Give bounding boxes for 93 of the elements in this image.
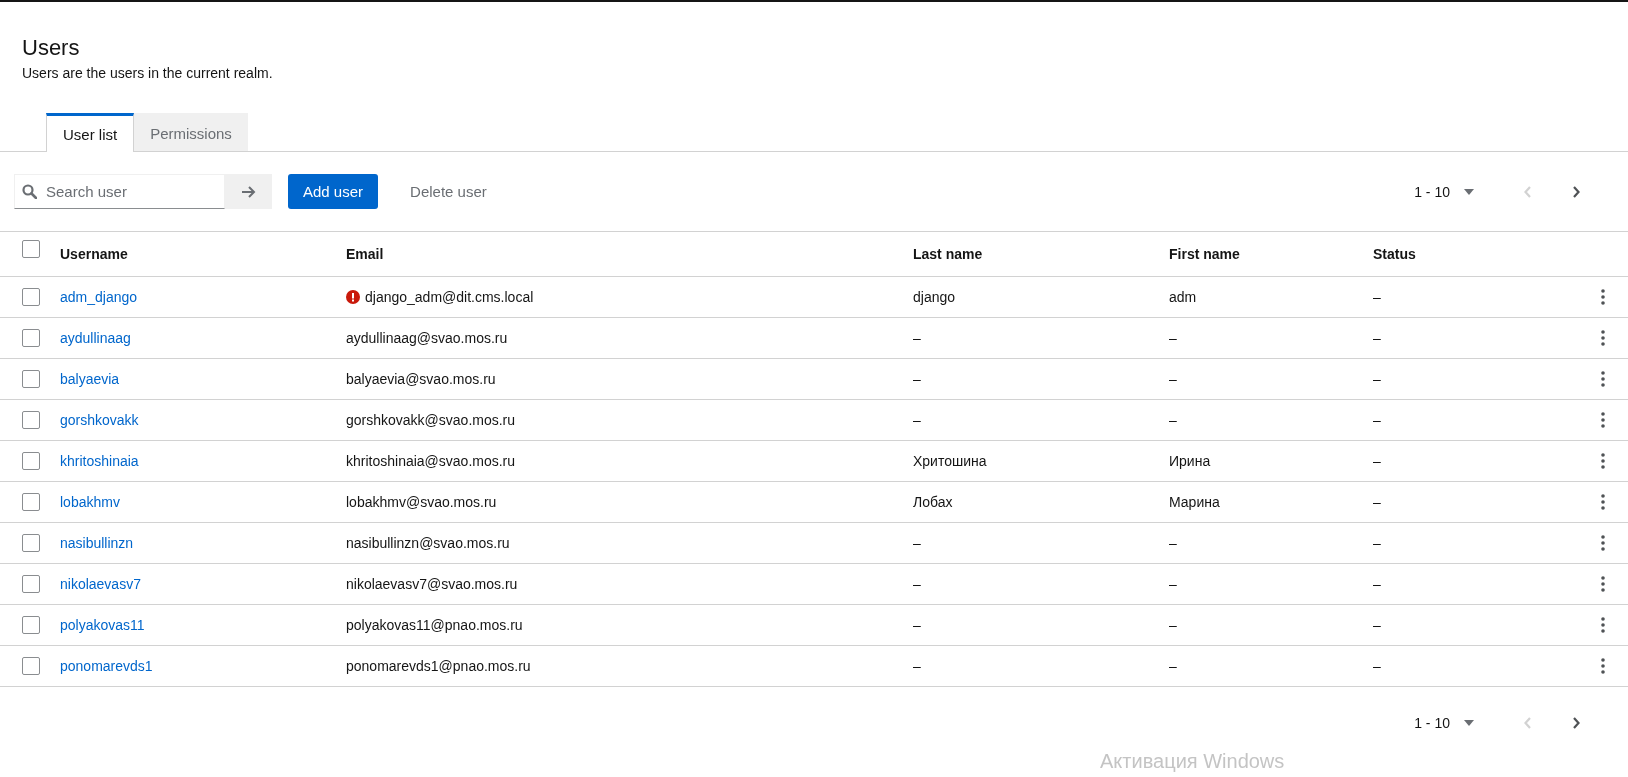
table-cell-text: – (913, 576, 922, 592)
kebab-icon (1601, 330, 1605, 346)
table-cell: balyaevia@svao.mos.ru (346, 371, 496, 387)
table-cell-text: – (1373, 330, 1382, 346)
checkbox[interactable] (22, 575, 40, 593)
chevron-right-icon (1572, 185, 1580, 198)
table-cell-text: adm (1169, 289, 1198, 305)
column-header: Email (346, 246, 385, 262)
username-link[interactable]: khritoshinaia (60, 453, 139, 469)
checkbox[interactable] (22, 240, 40, 258)
add-user-button[interactable]: Add user (288, 174, 379, 209)
table-cell-text: – (913, 371, 922, 387)
page-description: Users are the users in the current realm. (22, 65, 274, 81)
kebab-icon (1601, 453, 1605, 469)
table-cell-text: – (1373, 494, 1382, 510)
column-header: Last name (913, 246, 984, 262)
table-cell-text: – (1373, 535, 1382, 551)
column-header: Status (1373, 246, 1417, 262)
table-cell-text: – (1373, 371, 1382, 387)
table-cell-text: – (1169, 658, 1178, 674)
table-cell: ponomarevds1@pnao.mos.ru (346, 658, 531, 674)
kebab-icon (1601, 412, 1605, 428)
kebab-icon (1601, 494, 1605, 510)
checkbox[interactable] (22, 493, 40, 511)
table-cell: django_adm@dit.cms.local (365, 289, 534, 305)
kebab-icon (1601, 617, 1605, 633)
chevron-left-icon (1524, 185, 1532, 198)
table-cell-text: – (1169, 412, 1178, 428)
chevron-right-icon (1572, 717, 1580, 729)
username-link[interactable]: adm_django (60, 289, 138, 305)
table-cell-text: – (1169, 535, 1178, 551)
table-cell: polyakovas11@pnao.mos.ru (346, 617, 523, 633)
checkbox[interactable] (22, 616, 40, 634)
table-cell: khritoshinaia@svao.mos.ru (346, 453, 516, 469)
table-cell-text: – (1169, 576, 1178, 592)
table-cell-text: – (1373, 412, 1382, 428)
username-link[interactable]: lobakhmv (60, 494, 120, 510)
table-cell: nasibullinzn@svao.mos.ru (346, 535, 510, 551)
table-cell-text: – (1169, 617, 1178, 633)
kebab-icon (1601, 289, 1605, 305)
table-cell: aydullinaag@svao.mos.ru (346, 330, 508, 346)
table-cell-text: Хритошина (913, 453, 988, 469)
arrow-right-icon (241, 184, 256, 199)
table-cell-text: – (1169, 330, 1178, 346)
table-cell: gorshkovakk@svao.mos.ru (346, 412, 516, 428)
checkbox[interactable] (22, 288, 40, 306)
windows-activation-notice: Активация Windows (1100, 750, 1285, 772)
pagination-range-dropdown[interactable]: 1 - 10 (1406, 177, 1482, 206)
tab[interactable]: User list (46, 113, 135, 152)
checkbox[interactable] (22, 411, 40, 429)
checkbox[interactable] (22, 657, 40, 675)
column-header: Username (60, 246, 129, 262)
checkbox[interactable] (22, 534, 40, 552)
table-cell-text: – (1373, 453, 1382, 469)
table-cell-text: Лобах (913, 494, 954, 510)
checkbox[interactable] (22, 329, 40, 347)
checkbox[interactable] (22, 370, 40, 388)
table-cell-text: – (1169, 371, 1178, 387)
username-link[interactable]: polyakovas11 (60, 617, 145, 633)
search-submit-button[interactable] (225, 174, 272, 209)
kebab-icon (1601, 576, 1605, 592)
caret-icon (1464, 188, 1474, 195)
tab[interactable]: Permissions (134, 113, 248, 151)
table-cell-text: – (1373, 658, 1382, 674)
column-header: First name (1169, 246, 1241, 262)
page-title: Users (22, 35, 81, 61)
table-cell-text: – (913, 617, 922, 633)
table-cell-text: – (913, 330, 922, 346)
table-cell-text: – (913, 535, 922, 551)
kebab-icon (1601, 658, 1605, 674)
table-cell-text: – (913, 658, 922, 674)
username-link[interactable]: ponomarevds1 (60, 658, 153, 674)
username-link[interactable]: aydullinaag (60, 330, 131, 346)
chevron-left-icon (1524, 717, 1532, 729)
username-link[interactable]: nikolaevasv7 (60, 576, 141, 592)
table-cell-text: django (913, 289, 957, 305)
pagination-range-dropdown[interactable]: 1 - 10 (1406, 709, 1482, 737)
table-cell-text: – (1373, 289, 1382, 305)
table-cell-text: – (913, 412, 922, 428)
checkbox[interactable] (22, 452, 40, 470)
username-link[interactable]: balyaevia (60, 371, 120, 387)
table-cell-text: Ирина (1169, 453, 1212, 469)
table-cell: nikolaevasv7@svao.mos.ru (346, 576, 518, 592)
table-cell: lobakhmv@svao.mos.ru (346, 494, 497, 510)
table-cell-text: – (1373, 576, 1382, 592)
table-cell-text: – (1373, 617, 1382, 633)
search-field[interactable]: Search user (14, 174, 225, 209)
caret-icon (1464, 720, 1474, 726)
kebab-icon (1601, 535, 1605, 551)
username-link[interactable]: gorshkovakk (60, 412, 139, 428)
username-link[interactable]: nasibullinzn (60, 535, 134, 551)
kebab-icon (1601, 371, 1605, 387)
table-cell-text: Марина (1169, 494, 1221, 510)
